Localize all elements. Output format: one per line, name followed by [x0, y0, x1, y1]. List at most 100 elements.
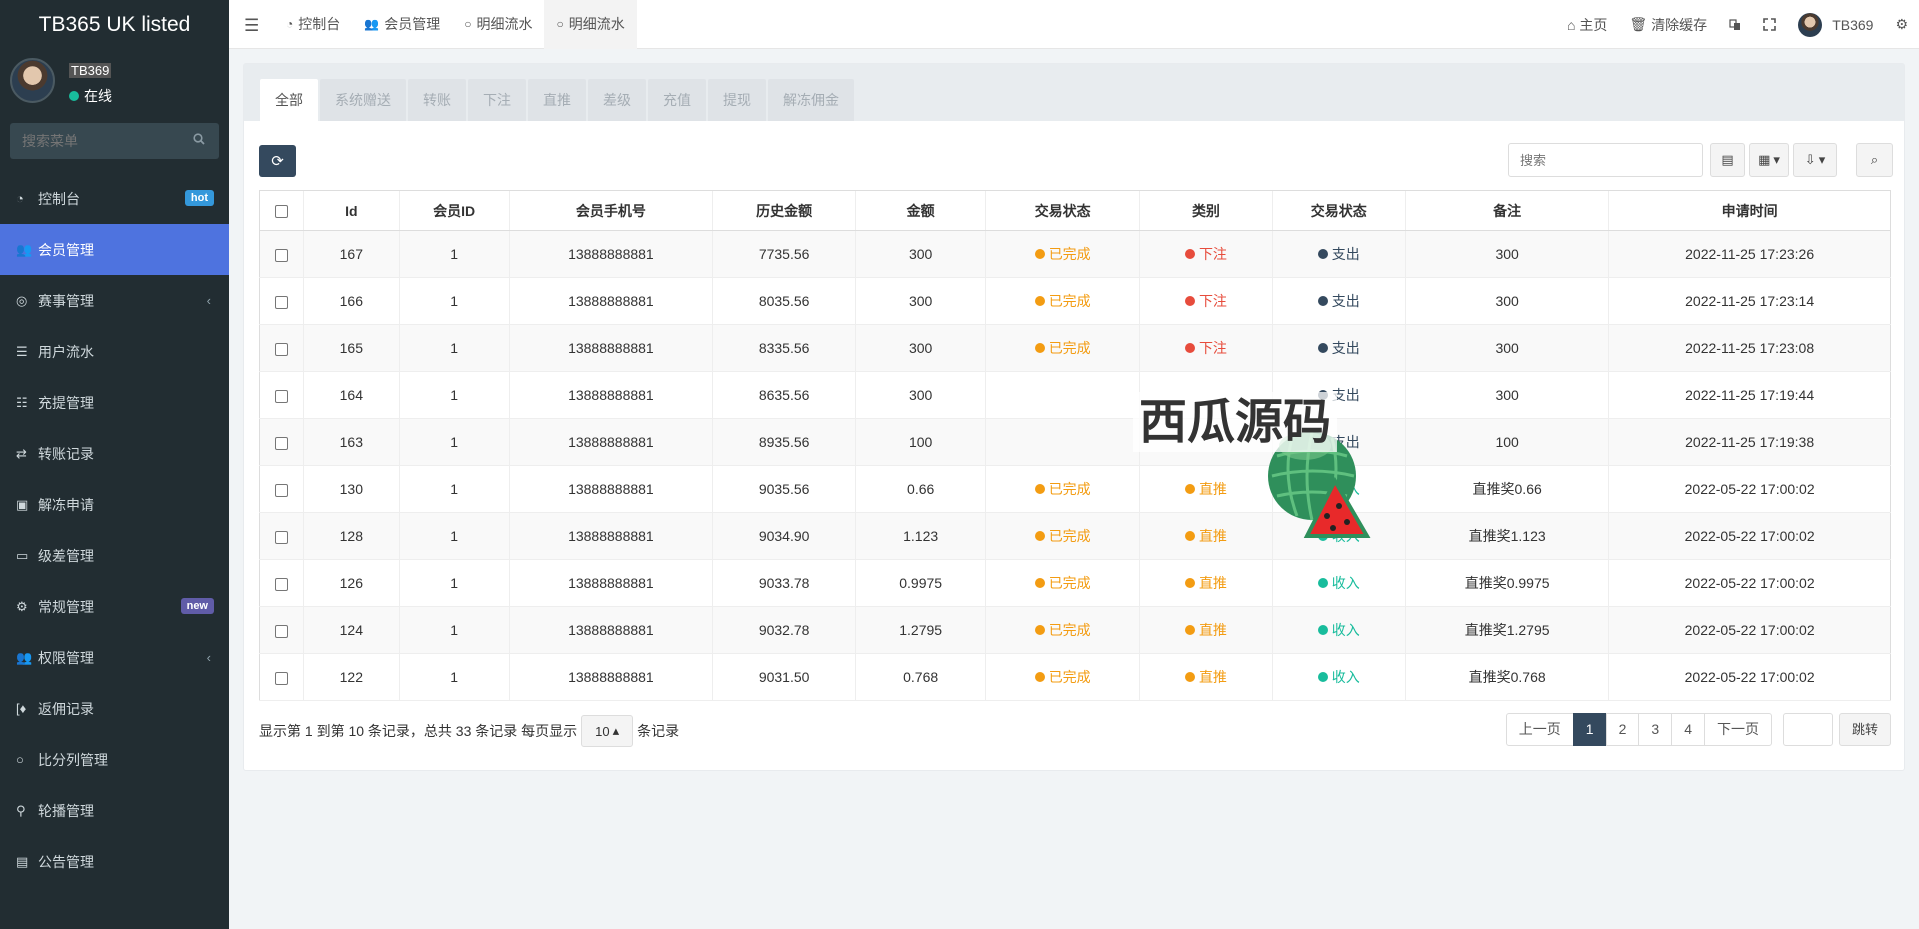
direction-badge-label: 收入 [1331, 622, 1360, 638]
tab-2[interactable]: ○ 明细流水 [452, 0, 544, 49]
page-size-select[interactable]: 10 ▴ [581, 715, 634, 747]
column-header[interactable]: 历史金额 [712, 190, 856, 231]
column-header[interactable]: Id [303, 190, 400, 231]
row-checkbox[interactable] [275, 530, 289, 544]
type-badge-label: 下注 [1198, 293, 1227, 309]
sidebar-item-6[interactable]: ▣ 解冻申请 [0, 479, 229, 530]
column-header[interactable]: 会员ID [398, 190, 510, 231]
row-checkbox[interactable] [275, 483, 289, 497]
sidebar-item-12[interactable]: ⚲ 轮播管理 [0, 785, 229, 836]
row-checkbox[interactable] [275, 389, 289, 403]
row-select-cell [258, 371, 304, 419]
table-search-input[interactable] [1508, 143, 1703, 177]
page-jump-button[interactable]: 跳转 [1838, 713, 1891, 746]
sidebar-item-label: 赛事管理 [38, 292, 94, 309]
clear-cache-button[interactable]: 🗑 清除缓存 [1618, 15, 1718, 35]
advanced-search-button[interactable]: ⌕ [1856, 143, 1893, 177]
row-select-cell [258, 418, 304, 466]
tab-0[interactable]: ◔ 控制台 [274, 0, 352, 49]
row-checkbox[interactable] [275, 436, 289, 450]
sidebar-item-2[interactable]: ◎ 赛事管理 ‹ [0, 275, 229, 326]
filter-tab-7[interactable]: 提现 [708, 79, 766, 121]
column-header[interactable]: 交易状态 [985, 190, 1140, 231]
select-all-checkbox[interactable] [275, 205, 289, 219]
column-header[interactable]: 会员手机号 [508, 190, 713, 231]
column-header[interactable]: 交易状态 [1271, 190, 1406, 231]
row-checkbox[interactable] [275, 671, 289, 685]
status-badge-label: 已完成 [1048, 575, 1091, 591]
sidebar-item-label: 权限管理 [38, 649, 94, 666]
filter-tab-1[interactable]: 系统赠送 [320, 79, 406, 121]
row-checkbox[interactable] [275, 295, 289, 309]
language-icon[interactable] [1718, 18, 1752, 31]
fullscreen-icon[interactable] [1752, 18, 1787, 31]
filter-tab-3[interactable]: 下注 [468, 79, 526, 121]
sidebar-item-10[interactable]: [♦ 返佣记录 [0, 683, 229, 734]
columns-button[interactable]: ▦ ▾ [1749, 143, 1789, 177]
settings-gear-icon[interactable]: ⚙ [1884, 16, 1919, 33]
row-checkbox[interactable] [275, 624, 289, 638]
life-ring-icon: ◎ [16, 292, 28, 308]
amount-cell: 0.66 [855, 465, 986, 513]
bulletin-icon: ▤ [16, 853, 29, 869]
column-header[interactable]: 申请时间 [1608, 190, 1891, 231]
row-checkbox[interactable] [275, 248, 289, 262]
circle-icon: ○ [556, 17, 564, 31]
table-row: 166 1 13888888881 8035.56 300 已完成 下注 支出 300 2022-… [258, 277, 1891, 325]
row-checkbox[interactable] [275, 342, 289, 356]
status-dot-icon [1184, 249, 1195, 259]
sidebar-item-1[interactable]: 👥 会员管理 [0, 224, 229, 275]
status-dot-icon [1034, 625, 1045, 635]
sidebar-item-0[interactable]: ◔ 控制台 hot [0, 173, 229, 224]
sidebar-item-9[interactable]: 👥 权限管理 ‹ [0, 632, 229, 683]
type-badge: 直推 [1184, 573, 1227, 593]
tab-3[interactable]: ○ 明细流水 [544, 0, 637, 49]
app-title[interactable]: TB365 UK listed [0, 0, 229, 49]
status-dot-icon [1184, 578, 1195, 588]
column-header[interactable]: 类别 [1139, 190, 1273, 231]
page-button[interactable]: 1 [1572, 713, 1607, 746]
export-button[interactable]: ⇩ ▾ [1793, 143, 1837, 177]
page-button[interactable]: 3 [1638, 713, 1673, 746]
column-header[interactable]: 金额 [855, 190, 986, 231]
page-button[interactable]: 4 [1671, 713, 1705, 746]
time-cell: 2022-05-22 17:00:02 [1608, 653, 1891, 701]
page-button[interactable]: 2 [1605, 713, 1640, 746]
menu-toggle-icon[interactable]: ☰ [244, 16, 259, 36]
sidebar-item-label: 级差管理 [38, 547, 94, 564]
sidebar-search-input[interactable] [10, 123, 219, 159]
filter-tab-4[interactable]: 直推 [528, 79, 586, 121]
direction-badge-label: 收入 [1331, 669, 1360, 685]
member-id-cell: 1 [398, 559, 510, 607]
search-icon[interactable] [193, 133, 205, 145]
column-header[interactable]: 备注 [1405, 190, 1609, 231]
phone-cell: 13888888881 [508, 324, 713, 372]
filter-tab-5[interactable]: 差级 [588, 79, 646, 121]
prev-page-button[interactable]: 上一页 [1505, 713, 1574, 746]
page-jump-input[interactable] [1782, 713, 1833, 746]
sidebar-item-11[interactable]: ○ 比分列管理 [0, 734, 229, 785]
sidebar-item-4[interactable]: ☷ 充提管理 [0, 377, 229, 428]
user-menu[interactable]: TB369 [1787, 12, 1884, 37]
row-checkbox[interactable] [275, 577, 289, 591]
users-icon: 👥 [364, 17, 380, 31]
status-dot-icon [1317, 296, 1328, 306]
sidebar-item-8[interactable]: ⚙ 常规管理 new [0, 581, 229, 632]
toggle-view-button[interactable]: ▤ [1710, 143, 1745, 177]
filter-tab-8[interactable]: 解冻佣金 [768, 79, 854, 121]
sidebar-item-13[interactable]: ▤ 公告管理 [0, 836, 229, 887]
sidebar-item-3[interactable]: ☰ 用户流水 [0, 326, 229, 377]
home-link[interactable]: ⌂ 主页 [1556, 15, 1618, 35]
tab-1[interactable]: 👥 会员管理 [352, 0, 452, 49]
user-status: 在线 [69, 86, 112, 106]
sidebar-item-7[interactable]: ▭ 级差管理 [0, 530, 229, 581]
filter-tab-2[interactable]: 转账 [408, 79, 466, 121]
phone-cell: 13888888881 [508, 230, 713, 278]
filter-tab-0[interactable]: 全部 [260, 79, 318, 121]
refresh-button[interactable]: ⟳ [259, 145, 296, 177]
list-icon: ☰ [16, 343, 28, 359]
filter-tab-6[interactable]: 充值 [648, 79, 706, 121]
next-page-button[interactable]: 下一页 [1703, 713, 1772, 746]
sidebar-item-5[interactable]: ⇄ 转账记录 [0, 428, 229, 479]
window-icon: ▭ [16, 547, 29, 563]
